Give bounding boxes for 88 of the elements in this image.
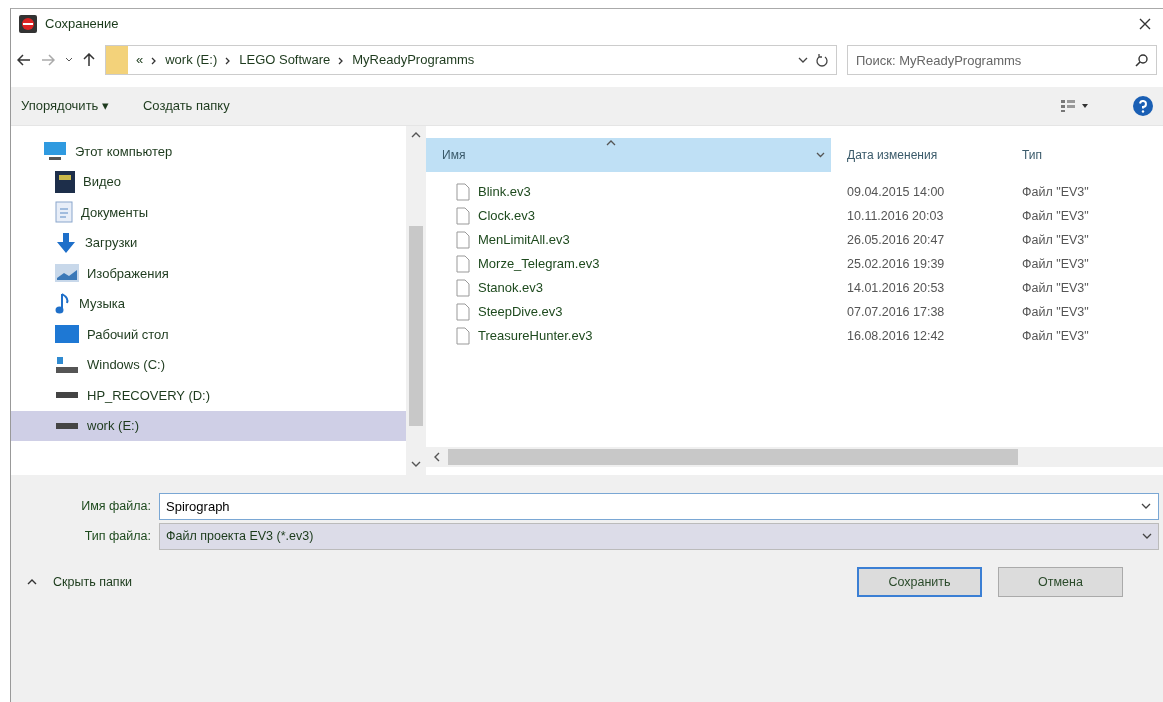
file-name[interactable]: Clock.ev3 [478,206,536,226]
file-type-label: Тип файла: [83,527,151,545]
collapse-caret-icon[interactable] [27,579,37,585]
file-name[interactable]: TreasureHunter.ev3 [478,326,593,346]
file-name[interactable]: Blink.ev3 [478,182,531,202]
sidebar-item[interactable]: Изображения [11,258,406,289]
sidebar-item[interactable]: Видео [11,166,406,197]
file-date: 16.08.2016 12:42 [847,328,945,343]
scroll-up-icon[interactable] [411,132,421,138]
vertical-scrollbar[interactable] [406,126,426,475]
sidebar-item[interactable]: Музыка [11,288,406,319]
sort-caret-icon [606,140,616,146]
file-type: Файл "EV3" [1022,208,1089,223]
folder-icon [106,46,128,74]
address-bar[interactable]: « work (E:) LEGO Software MyReadyProgramms [105,45,837,75]
sidebar-item[interactable]: Этот компьютер [11,136,406,167]
organize-menu-button[interactable]: Упорядочить ▾ [21,96,109,116]
file-type-dropdown[interactable]: Файл проекта EV3 (*.ev3) [159,522,1159,550]
dropdown-caret-icon[interactable] [65,57,73,63]
search-icon [1135,54,1148,67]
sidebar-item[interactable]: Загрузки [11,227,406,258]
file-icon [456,183,470,201]
window-title: Сохранение [45,15,119,34]
column-header[interactable]: Имя [426,138,831,172]
breadcrumb-item[interactable]: LEGO Software [239,50,331,70]
app-icon [19,15,37,33]
file-date: 26.05.2016 20:47 [847,232,945,247]
file-name[interactable]: SteepDive.ev3 [478,302,563,322]
file-name-label: Имя файла: [80,497,151,515]
picture-icon [55,264,79,283]
computer-icon [43,141,67,162]
file-icon [456,327,470,345]
file-name-field[interactable]: Spirograph [159,492,1159,520]
file-type: Файл "EV3" [1022,280,1089,295]
path-overflow-chevron[interactable]: « [136,50,144,70]
down-arrow-icon [55,231,77,254]
file-date: 10.11.2016 20:03 [847,208,944,223]
file-name[interactable]: MenLimitAll.ev3 [478,230,570,250]
dialog-button[interactable]: Отмена [998,567,1123,597]
view-options-icon[interactable] [1061,100,1091,112]
monitor-icon [55,325,79,344]
dialog-button[interactable]: Сохранить [857,567,982,597]
file-type: Файл "EV3" [1022,256,1089,271]
file-icon [456,303,470,321]
file-type: Файл "EV3" [1022,304,1089,319]
sidebar-item[interactable]: Windows (C:) [11,349,406,380]
breadcrumb-item[interactable]: MyReadyProgramms [352,50,475,70]
help-icon[interactable] [1133,96,1153,116]
horizontal-scrollbar[interactable] [426,447,1163,467]
sidebar-item[interactable]: Документы [11,197,406,228]
document-icon [55,201,73,224]
column-header[interactable]: Дата изменения [831,138,1006,172]
column-header[interactable]: Тип [1006,138,1163,172]
close-icon[interactable] [1139,18,1151,30]
sidebar-item[interactable]: Рабочий стол [11,319,406,350]
scroll-left-icon[interactable] [434,452,440,462]
drive-icon [55,391,79,400]
film-icon [55,170,75,193]
dropdown-caret-icon[interactable] [816,152,825,158]
new-folder-button[interactable]: Создать папку [143,96,230,116]
drive-icon [55,421,79,430]
file-date: 09.04.2015 14:00 [847,184,945,199]
drive-icon [55,355,79,374]
sidebar-item[interactable]: HP_RECOVERY (D:) [11,380,406,411]
file-icon [456,279,470,297]
file-date: 07.07.2016 17:38 [847,304,945,319]
dropdown-caret-icon[interactable] [1142,532,1152,540]
file-type: Файл "EV3" [1022,184,1089,199]
file-icon [456,255,470,273]
file-icon [456,231,470,249]
up-arrow-icon[interactable] [83,53,95,67]
sidebar-item[interactable]: work (E:) [11,410,406,441]
file-date: 25.02.2016 19:39 [847,256,945,271]
file-name[interactable]: Stanok.ev3 [478,278,544,298]
file-icon [456,207,470,225]
music-note-icon [55,292,71,315]
refresh-icon[interactable] [816,53,828,67]
back-arrow-icon[interactable] [17,54,31,66]
search-field[interactable]: Поиск: MyReadyProgramms [847,45,1157,75]
dropdown-caret-icon[interactable] [1141,502,1151,510]
file-name[interactable]: Morze_Telegram.ev3 [478,254,600,274]
breadcrumb-item[interactable]: work (E:) [165,50,218,70]
file-type: Файл "EV3" [1022,328,1089,343]
dropdown-caret-icon[interactable] [798,56,808,64]
hide-folders-link[interactable]: Скрыть папки [53,572,133,592]
file-date: 14.01.2016 20:53 [847,280,945,295]
file-type: Файл "EV3" [1022,232,1089,247]
scroll-down-icon[interactable] [411,461,421,467]
